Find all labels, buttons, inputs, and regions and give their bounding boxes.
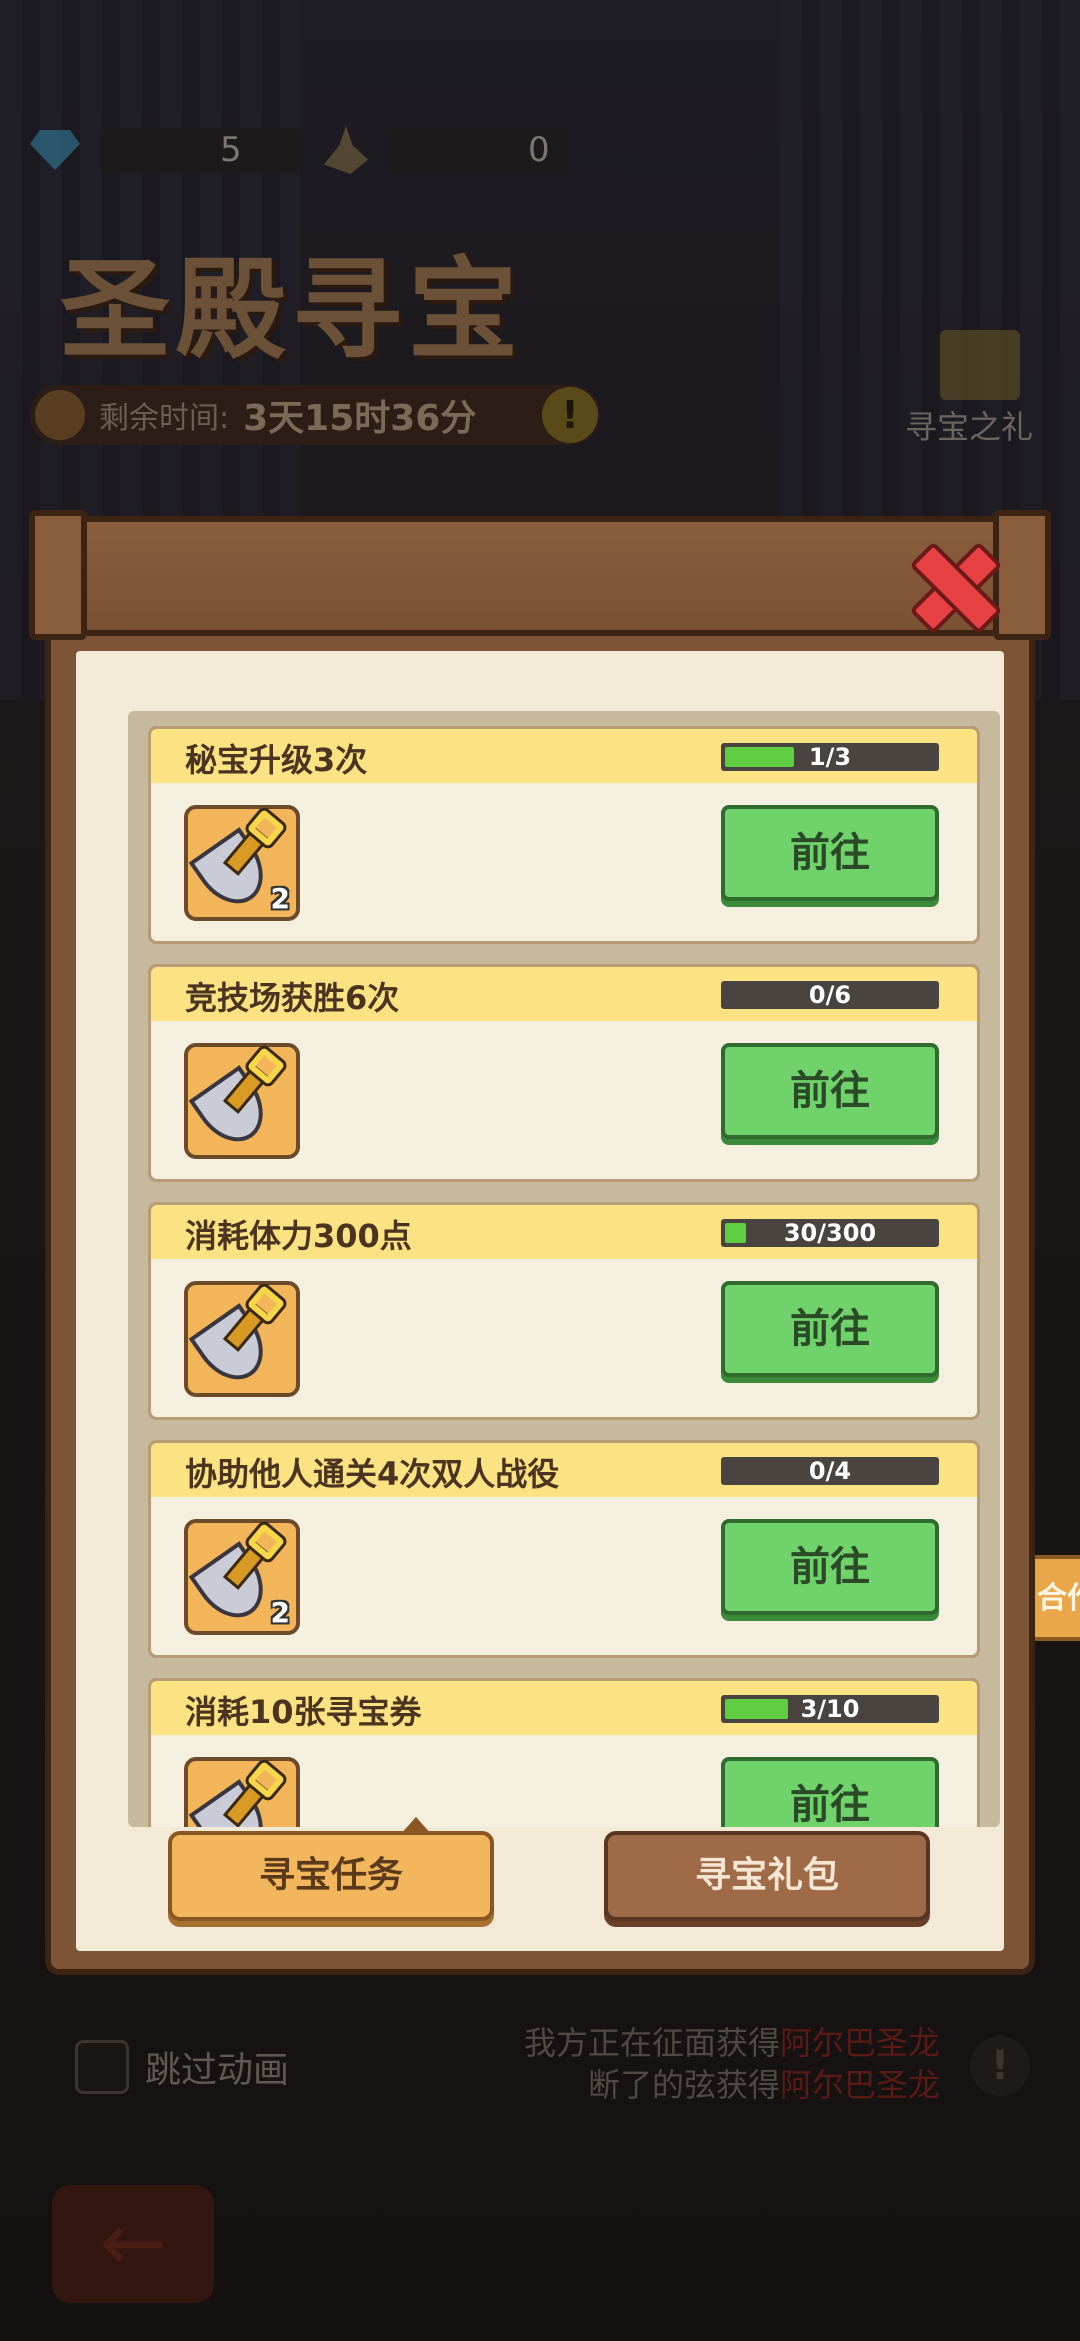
task-progress-bar: 1/3 bbox=[721, 743, 939, 771]
task-title: 竞技场获胜6次 bbox=[185, 979, 400, 1017]
exclamation-icon[interactable]: ! bbox=[542, 387, 598, 443]
task-row: 秘宝升级3次 1/3 2 前往 bbox=[148, 726, 980, 944]
gem-resource[interactable]: 5 bbox=[30, 128, 300, 172]
back-button[interactable]: ← bbox=[52, 2185, 214, 2303]
progress-text: 1/3 bbox=[808, 743, 852, 771]
go-button[interactable]: 前往 bbox=[721, 805, 939, 901]
tab-label: 寻宝任务 bbox=[258, 1855, 403, 1896]
task-progress-bar: 30/300 bbox=[721, 1219, 939, 1247]
task-row: 竞技场获胜6次 0/6 前往 bbox=[148, 964, 980, 1182]
ticker-highlight1: 阿尔巴圣龙 bbox=[779, 2024, 940, 2062]
task-body: 前往 bbox=[151, 1735, 977, 1827]
task-list-container[interactable]: 秘宝升级3次 1/3 2 前往 竞技场获胜6次 0/6 前往 消耗体力300点 … bbox=[128, 711, 1000, 1827]
remaining-time-bar: 剩余时间: 3天15时36分 ! bbox=[30, 385, 600, 445]
skip-label: 跳过动画 bbox=[145, 2050, 290, 2091]
task-progress-bar: 3/10 bbox=[721, 1695, 939, 1723]
reward-quantity: 2 bbox=[270, 1596, 290, 1629]
task-header: 协助他人通关4次双人战役 0/4 bbox=[151, 1443, 977, 1497]
go-button[interactable]: 前往 bbox=[721, 1043, 939, 1139]
task-title: 秘宝升级3次 bbox=[185, 741, 368, 779]
ticker-highlight2: 阿尔巴圣龙 bbox=[779, 2066, 940, 2104]
skip-animation-toggle[interactable]: 跳过动画 bbox=[75, 2040, 289, 2094]
go-button[interactable]: 前往 bbox=[721, 1519, 939, 1615]
reward-item[interactable] bbox=[184, 1280, 300, 1397]
tab-treasure-tasks[interactable]: 寻宝任务 bbox=[168, 1817, 494, 1921]
task-header: 消耗10张寻宝券 3/10 bbox=[151, 1681, 977, 1735]
task-body: 2 前往 bbox=[151, 783, 977, 941]
reward-quantity: 2 bbox=[270, 882, 290, 915]
time-value: 3天15时36分 bbox=[243, 398, 477, 439]
task-list: 秘宝升级3次 1/3 2 前往 竞技场获胜6次 0/6 前往 消耗体力300点 … bbox=[148, 726, 980, 1827]
exclamation-icon[interactable]: ! bbox=[970, 2036, 1030, 2096]
clock-icon bbox=[35, 390, 85, 440]
progress-text: 30/300 bbox=[783, 1219, 877, 1247]
tab-treasure-pack[interactable]: 寻宝礼包 bbox=[604, 1831, 930, 1921]
ticker-line1: 我方正在征面获得 bbox=[523, 2024, 780, 2062]
task-progress-bar: 0/6 bbox=[721, 981, 939, 1009]
task-body: 2 前往 bbox=[151, 1497, 977, 1655]
reward-item[interactable]: 2 bbox=[184, 1518, 300, 1635]
tab-pointer bbox=[400, 1817, 432, 1835]
task-header: 消耗体力300点 30/300 bbox=[151, 1205, 977, 1259]
back-arrow-icon: ← bbox=[99, 2196, 167, 2289]
progress-text: 0/6 bbox=[808, 981, 852, 1009]
task-row: 消耗体力300点 30/300 前往 bbox=[148, 1202, 980, 1420]
gift-label: 寻宝之礼 bbox=[905, 408, 1034, 446]
reward-item[interactable] bbox=[184, 1756, 300, 1827]
go-button[interactable]: 前往 bbox=[721, 1281, 939, 1377]
go-button[interactable]: 前往 bbox=[721, 1757, 939, 1827]
task-title: 协助他人通关4次双人战役 bbox=[185, 1455, 560, 1493]
shovel-count: 0 bbox=[388, 128, 568, 172]
header-post-left bbox=[29, 510, 87, 640]
dialog-paper: 秘宝升级3次 1/3 2 前往 竞技场获胜6次 0/6 前往 消耗体力300点 … bbox=[76, 651, 1004, 1951]
shovel-icon bbox=[324, 126, 368, 174]
task-dialog: 秘宝升级3次 1/3 2 前往 竞技场获胜6次 0/6 前往 消耗体力300点 … bbox=[29, 510, 1051, 1975]
reward-item[interactable]: 2 bbox=[184, 804, 300, 921]
task-row: 消耗10张寻宝券 3/10 前往 bbox=[148, 1678, 980, 1827]
task-title: 消耗10张寻宝券 bbox=[185, 1693, 422, 1731]
progress-text: 3/10 bbox=[800, 1695, 860, 1723]
task-title: 消耗体力300点 bbox=[185, 1217, 412, 1255]
task-body: 前往 bbox=[151, 1021, 977, 1179]
task-body: 前往 bbox=[151, 1259, 977, 1417]
task-progress-bar: 0/4 bbox=[721, 1457, 939, 1485]
dialog-header bbox=[39, 516, 1041, 636]
header-post-right bbox=[993, 510, 1051, 640]
close-icon[interactable] bbox=[909, 541, 995, 627]
task-header: 秘宝升级3次 1/3 bbox=[151, 729, 977, 783]
dialog-tabs: 寻宝任务 寻宝礼包 bbox=[76, 1817, 1004, 1931]
ticker-line2: 断了的弦获得 bbox=[587, 2066, 780, 2104]
skip-checkbox[interactable] bbox=[75, 2040, 129, 2094]
progress-text: 0/4 bbox=[808, 1457, 852, 1485]
event-title: 圣殿寻宝 bbox=[60, 246, 524, 374]
gem-icon bbox=[30, 130, 80, 170]
task-row: 协助他人通关4次双人战役 0/4 2 前往 bbox=[148, 1440, 980, 1658]
resource-bar: 5 0 bbox=[30, 120, 568, 180]
task-header: 竞技场获胜6次 0/6 bbox=[151, 967, 977, 1021]
reward-item[interactable] bbox=[184, 1042, 300, 1159]
gem-count: 5 bbox=[100, 128, 300, 172]
time-label: 剩余时间: bbox=[99, 401, 230, 436]
gift-icon[interactable] bbox=[940, 330, 1020, 400]
reward-ticker: 我方正在征面获得阿尔巴圣龙 断了的弦获得阿尔巴圣龙 bbox=[440, 2022, 940, 2106]
shovel-resource[interactable]: 0 bbox=[324, 126, 568, 174]
